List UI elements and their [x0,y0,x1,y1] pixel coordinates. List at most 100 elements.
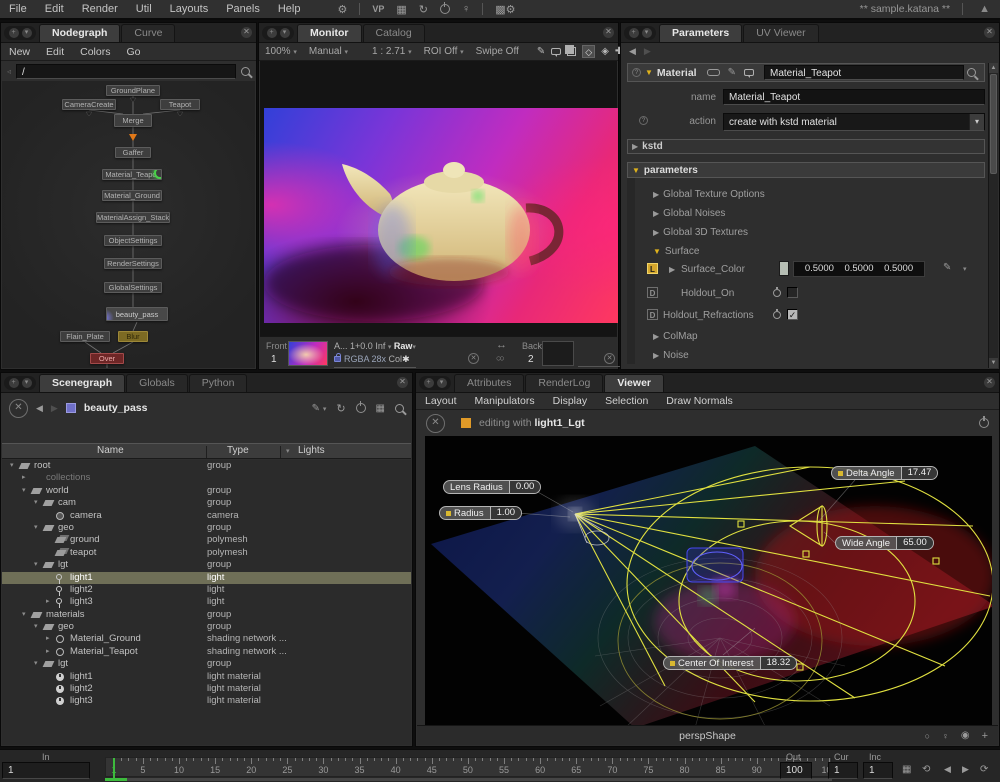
menu-new[interactable]: New [1,44,38,60]
tag-icon[interactable] [707,69,720,76]
expand-triangle-icon[interactable]: ▼ [645,68,653,77]
back-clear-icon[interactable]: ✕ [604,353,615,364]
manipulator-pill-center-of-interest[interactable]: Center Of Interest18.32 [663,656,797,670]
frame-label-15[interactable]: 15 [210,765,220,775]
menu-file[interactable]: File [0,1,36,17]
tree-row-light2[interactable]: light2light [2,584,411,596]
view-flag-icon[interactable] [154,169,162,179]
tree-row-light1[interactable]: light1light material [2,671,411,683]
power-icon[interactable] [356,403,366,413]
tab-nodegraph[interactable]: Nodegraph [39,24,120,42]
collapse-icon[interactable]: ▾ [34,621,38,633]
node-path-input[interactable]: / [16,64,236,79]
menu-draw-normals[interactable]: Draw Normals [657,393,742,409]
node-groundplane[interactable]: GroundPlane [106,85,160,96]
node-flain_plate[interactable]: Flain_Plate [60,331,110,342]
viewport-3d[interactable]: Lens Radius0.00Radius1.00Delta Angle17.4… [425,436,992,728]
node-material_ground[interactable]: Material_Ground [102,190,162,201]
render-image[interactable] [264,108,618,323]
step-back-icon[interactable]: ◀ [944,764,951,775]
expand-icon[interactable]: ▸ [46,646,50,658]
tree-row-cam[interactable]: ▾camgroup [2,497,411,509]
visibility-icon[interactable]: ○ [925,731,930,741]
front-view-select[interactable]: Col [389,354,403,364]
panel-corner[interactable]: + ▾ [4,376,36,390]
history-forward-icon[interactable]: ▶ [644,46,651,57]
timeline-scrollbar[interactable] [105,778,832,781]
back-thumbnail[interactable] [542,341,574,366]
tree-row-ground[interactable]: groundpolymesh [2,534,411,546]
keyframe-next-icon[interactable]: ⟳ [980,764,988,775]
nodegraph-canvas[interactable]: GroundPlaneCameraCreateTeapotMergeGaffer… [2,81,255,368]
tab-attributes[interactable]: Attributes [454,374,524,392]
light-stand-icon[interactable]: ♀ [462,3,470,15]
render-slate-icon[interactable]: ▩⚙ [495,3,515,16]
tree-row-world[interactable]: ▾worldgroup [2,485,411,497]
node-teapot[interactable]: Teapot [160,99,200,110]
collapse-arrow-icon[interactable]: ◃ [7,67,11,76]
frame-label-20[interactable]: 20 [246,765,256,775]
breadcrumb[interactable]: beauty_pass [84,402,148,414]
history-back-icon[interactable]: ◀ [629,46,636,57]
tab-scenegraph[interactable]: Scenegraph [39,374,125,392]
panel-plus-icon[interactable]: + [267,28,277,38]
refresh-icon[interactable]: ↻ [336,402,345,415]
panel-menu-icon[interactable]: ▾ [280,28,290,38]
node-merge[interactable]: Merge [114,114,152,127]
search-icon[interactable] [241,67,250,76]
panel-corner[interactable]: + ▾ [419,376,451,390]
clear-selection-icon[interactable]: ✕ [9,399,28,418]
swap-arrows-icon[interactable]: ↔ [496,339,507,351]
frame-label-45[interactable]: 45 [427,765,437,775]
search-icon[interactable] [967,68,976,77]
tree-row-light3[interactable]: light3light material [2,695,411,707]
panel-corner[interactable]: + ▾ [262,26,294,40]
expand-icon[interactable]: ▸ [46,633,50,645]
close-icon[interactable]: ✕ [984,27,995,38]
column-lights[interactable]: Lights [298,445,325,456]
frame-label-10[interactable]: 10 [174,765,184,775]
pan-mode-icon[interactable]: ◇ [582,45,595,58]
group-surface[interactable]: ▼Surface [649,246,699,257]
tree-row-light1[interactable]: light1light [2,572,411,584]
frame-label-80[interactable]: 80 [680,765,690,775]
action-dropdown[interactable]: create with kstd material ▾ [723,113,985,131]
panel-menu-icon[interactable]: ▾ [22,378,32,388]
panel-plus-icon[interactable]: + [629,28,639,38]
history-forward-icon[interactable]: ▶ [51,403,58,414]
group-global-3d-textures[interactable]: ▶Global 3D Textures [649,227,748,238]
panel-corner[interactable]: + ▾ [4,26,36,40]
tree-row-material_ground[interactable]: ▸Material_Groundshading network ... [2,633,411,645]
pen-icon[interactable]: ✎ ▾ [312,403,327,414]
group-colmap[interactable]: ▶ColMap [649,331,698,342]
scroll-down-icon[interactable]: ▼ [989,358,998,368]
warning-icon[interactable]: ▲ [979,3,990,15]
name-input[interactable]: Material_Teapot [723,89,985,105]
close-icon[interactable]: ✕ [984,377,995,388]
chevron-down-icon[interactable]: ▾ [286,447,290,455]
parameters-scrollbar[interactable]: ▲ ▼ [988,63,998,368]
power-icon[interactable] [440,4,450,14]
expand-icon[interactable]: ▸ [22,472,26,484]
frame-label-90[interactable]: 90 [752,765,762,775]
inc-field[interactable]: 1 [863,762,893,779]
keyframe-prev-icon[interactable]: ⟲ [922,764,930,775]
node-material_teapot[interactable]: Material_Teapot [102,169,162,180]
tab-curve[interactable]: Curve [121,24,175,42]
panel-corner[interactable]: + ▾ [624,26,656,40]
comment-icon[interactable] [551,48,561,55]
tree-row-teapot[interactable]: teapotpolymesh [2,547,411,559]
history-back-icon[interactable]: ◀ [36,403,43,414]
tree-row-lgt[interactable]: ▾lgtgroup [2,658,411,670]
front-exposure[interactable]: 1+0.0 [350,341,373,351]
material-node-header[interactable]: ? ▼ Material ✎ Material_Teapot [627,63,985,82]
roi-select[interactable]: ROI Off ▾ [418,46,470,57]
column-name[interactable]: Name [97,445,124,456]
pen-icon[interactable]: ✎ [537,46,545,57]
default-badge[interactable]: D [647,287,658,298]
add-icon[interactable]: + [982,730,988,742]
menu-render[interactable]: Render [73,1,127,17]
settings-gear-icon[interactable]: ⚙ [337,3,347,16]
node-rendersettings[interactable]: RenderSettings [104,258,162,269]
camera-icon[interactable]: ◉ [961,730,970,741]
